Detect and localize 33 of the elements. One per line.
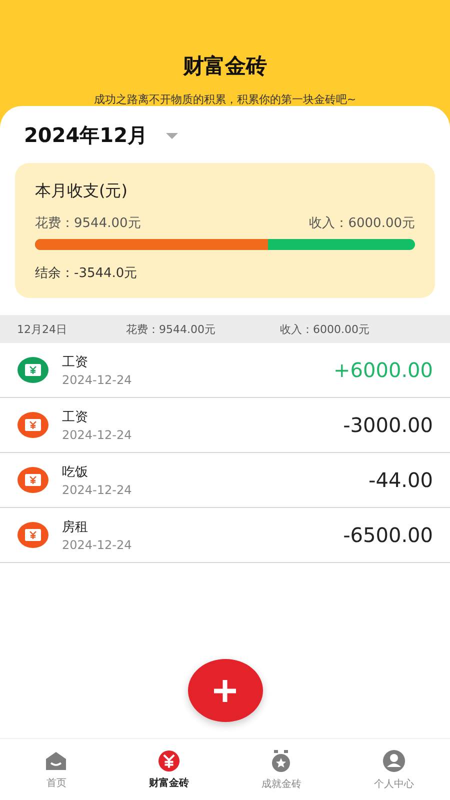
day-expense: 花费：9544.00元	[126, 322, 216, 336]
record-date: 2024-12-24	[62, 538, 133, 552]
record-date: 2024-12-24	[62, 428, 133, 442]
record-row[interactable]: 房租 2024-12-24 -6500.00	[0, 508, 450, 563]
slogan-text: 成功之路离不开物质的积累，积累你的第一块金砖吧~	[94, 92, 356, 107]
home-icon	[44, 750, 68, 772]
balance-text: 结余：-3544.0元	[35, 265, 138, 282]
day-income: 收入：6000.00元	[280, 322, 370, 336]
summary-title: 本月收支(元)	[35, 181, 128, 202]
page-title: 财富金砖	[183, 53, 267, 80]
record-name: 工资	[62, 354, 89, 371]
nav-tab[interactable]: 个人中心	[338, 739, 450, 800]
record-amount: -3000.00	[343, 413, 433, 437]
month-picker[interactable]: 2024年12月	[24, 122, 178, 149]
income-total: 收入：6000.00元	[309, 215, 415, 232]
record-amount: -44.00	[368, 468, 433, 492]
record-name: 吃饭	[62, 464, 89, 481]
nav-tab[interactable]: 成就金砖	[225, 739, 338, 800]
coin-icon	[156, 750, 181, 772]
record-row[interactable]: 工资 2024-12-24 +6000.00	[0, 343, 450, 398]
record-row[interactable]: 工资 2024-12-24 -3000.00	[0, 398, 450, 453]
nav-tab[interactable]: 财富金砖	[112, 739, 225, 800]
expense-total: 花费：9544.00元	[35, 215, 141, 232]
record-name: 工资	[62, 409, 89, 426]
record-date: 2024-12-24	[62, 483, 133, 497]
nav-tab[interactable]: 首页	[0, 739, 112, 800]
record-row[interactable]: 吃饭 2024-12-24 -44.00	[0, 453, 450, 508]
record-date: 2024-12-24	[62, 373, 133, 387]
record-amount: -6500.00	[343, 523, 433, 547]
record-amount: +6000.00	[334, 358, 433, 382]
record-name: 房租	[62, 519, 89, 536]
person-icon	[382, 748, 406, 772]
day-date: 12月24日	[17, 322, 68, 336]
